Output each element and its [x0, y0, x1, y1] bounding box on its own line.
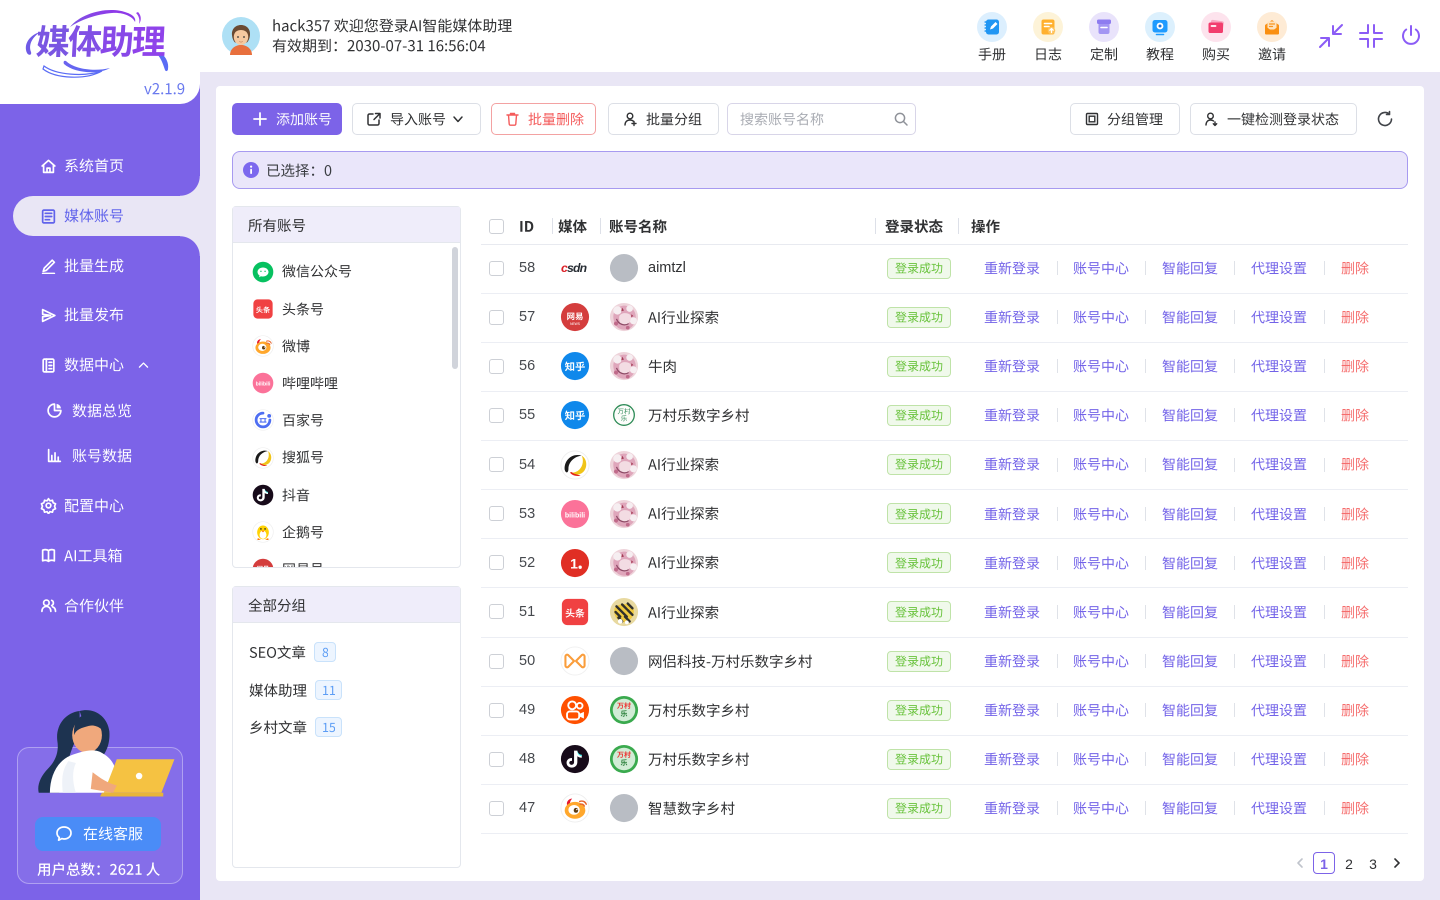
svg-text:bilibili: bilibili — [256, 382, 271, 388]
svg-text:NEWS: NEWS — [570, 322, 581, 326]
svg-text:bilibili: bilibili — [565, 512, 585, 519]
svg-text:1: 1 — [570, 555, 578, 571]
svg-text:csdn: csdn — [561, 261, 587, 275]
